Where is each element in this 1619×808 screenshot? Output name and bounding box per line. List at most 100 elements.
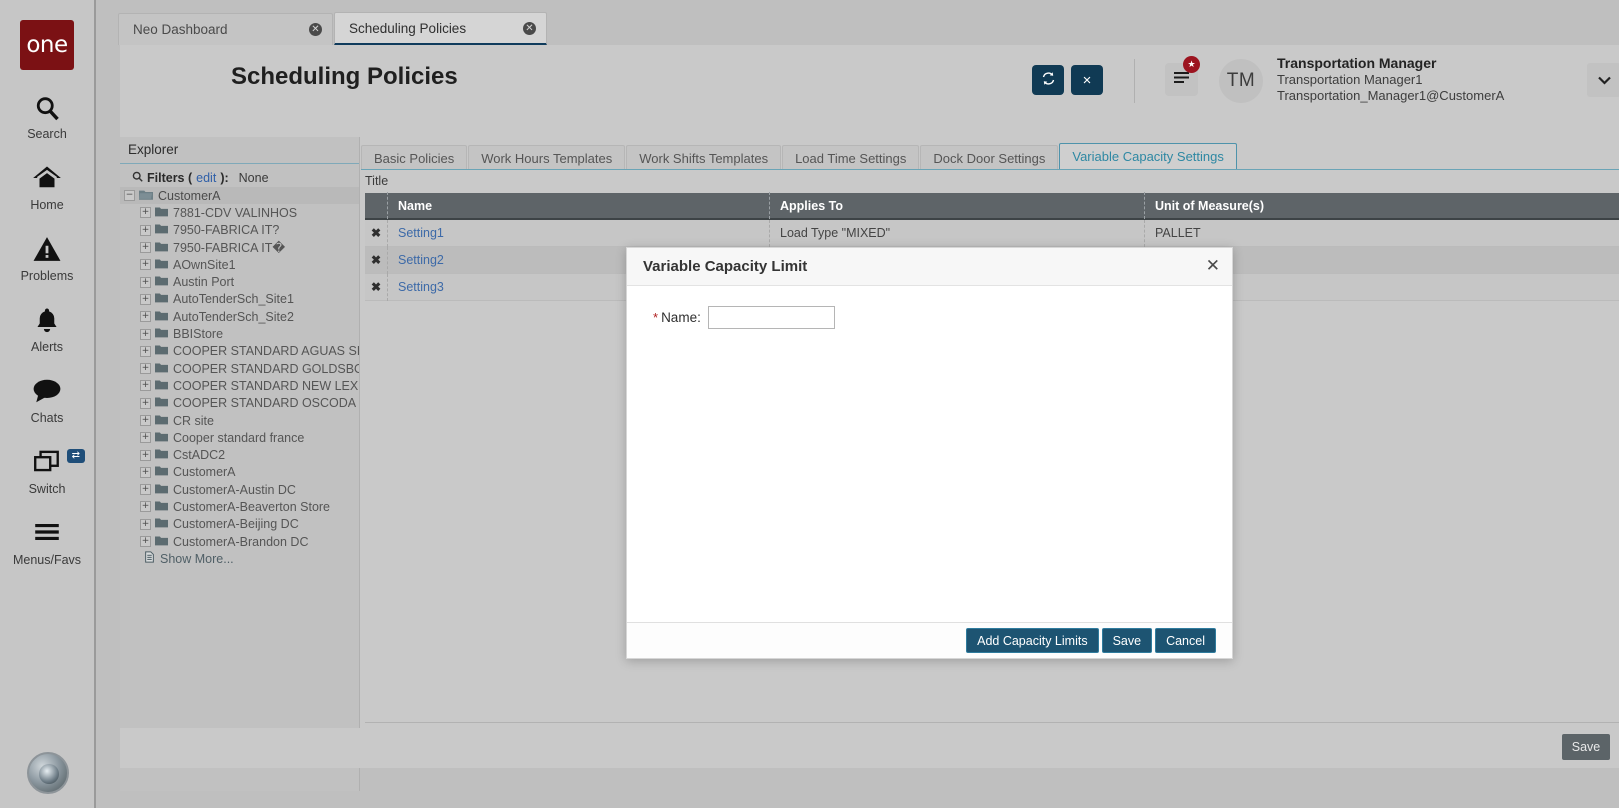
- tree-node[interactable]: + AOwnSite1: [120, 256, 359, 273]
- tree-node[interactable]: + Austin Port: [120, 273, 359, 290]
- tab-dock-door-settings[interactable]: Dock Door Settings: [920, 145, 1059, 170]
- tree-node[interactable]: + CustomerA-Beijing DC: [120, 516, 359, 533]
- one-logo[interactable]: one: [20, 20, 74, 70]
- tree-toggle-icon[interactable]: +: [140, 293, 151, 305]
- tree-toggle-icon[interactable]: +: [140, 363, 151, 375]
- tab-work-hours-templates[interactable]: Work Hours Templates: [468, 145, 626, 170]
- tree-toggle-icon[interactable]: +: [140, 224, 151, 236]
- tree-toggle-icon[interactable]: +: [140, 242, 151, 254]
- tree-node[interactable]: + CR site: [120, 412, 359, 429]
- tab-variable-capacity-settings[interactable]: Variable Capacity Settings: [1059, 143, 1237, 170]
- tree-node-label: CstADC2: [173, 448, 226, 463]
- tab-label: Variable Capacity Settings: [1072, 149, 1224, 164]
- tree-toggle-icon[interactable]: +: [140, 415, 151, 426]
- tab-load-time-settings[interactable]: Load Time Settings: [782, 145, 920, 170]
- tree-toggle-icon[interactable]: +: [140, 449, 151, 461]
- tab-work-shifts-templates[interactable]: Work Shifts Templates: [626, 145, 782, 170]
- filters-edit-link[interactable]: edit: [196, 171, 216, 185]
- filters-label-end: ):: [220, 170, 229, 185]
- tree-node-root[interactable]: − CustomerA: [120, 187, 359, 205]
- row-name-link[interactable]: Setting2: [398, 253, 444, 267]
- tree-toggle-icon[interactable]: +: [140, 466, 151, 478]
- open-folder-icon: [139, 189, 153, 203]
- row-name-link[interactable]: Setting3: [398, 280, 444, 294]
- folder-icon: [155, 310, 168, 324]
- rail-item-problems[interactable]: Problems: [0, 236, 95, 283]
- tree-show-more[interactable]: Show More...: [120, 550, 359, 567]
- refresh-button[interactable]: [1032, 65, 1064, 95]
- tree-toggle-icon[interactable]: +: [140, 397, 151, 409]
- folder-icon: [155, 465, 168, 479]
- add-capacity-limits-button[interactable]: Add Capacity Limits: [966, 628, 1099, 653]
- tree-node[interactable]: + Cooper standard france: [120, 429, 359, 446]
- tree-toggle-icon[interactable]: +: [140, 276, 151, 288]
- tree-node[interactable]: + CustomerA-Austin DC: [120, 481, 359, 498]
- tree-toggle-icon[interactable]: +: [140, 311, 151, 323]
- tree-node[interactable]: + BBIStore: [120, 325, 359, 342]
- tree-node[interactable]: + CstADC2: [120, 446, 359, 463]
- tree-node-label: AOwnSite1: [173, 257, 236, 272]
- tree-node[interactable]: + CustomerA-Brandon DC: [120, 533, 359, 550]
- name-input[interactable]: [707, 306, 835, 329]
- grid-title: Title: [365, 174, 389, 188]
- tree-toggle-icon[interactable]: +: [140, 328, 151, 340]
- close-icon: ×: [1082, 71, 1092, 89]
- cell-unit-of-measure: PALLET: [1144, 219, 1542, 247]
- delete-x-icon[interactable]: ✖: [365, 220, 387, 247]
- close-circle-icon[interactable]: ✕: [309, 23, 322, 36]
- close-circle-icon[interactable]: ✕: [523, 21, 536, 35]
- dialog-cancel-button[interactable]: Cancel: [1155, 628, 1216, 653]
- tree-node[interactable]: + COOPER STANDARD AGUAS SEALING (3: [120, 343, 359, 360]
- tree-toggle-icon[interactable]: +: [140, 484, 151, 496]
- tab-basic-policies[interactable]: Basic Policies: [361, 145, 468, 170]
- rail-item-switch[interactable]: ⇄ Switch: [0, 449, 95, 496]
- delete-x-icon[interactable]: ✖: [365, 247, 387, 274]
- page-save-button[interactable]: Save: [1562, 734, 1610, 760]
- user-menu-toggle[interactable]: [1587, 63, 1619, 97]
- variable-capacity-limit-dialog: Variable Capacity Limit ✕ * Name: Add Ca…: [626, 247, 1233, 659]
- tree-toggle-icon[interactable]: +: [140, 259, 151, 271]
- tree-node[interactable]: +7881-CDV VALINHOS: [120, 204, 359, 221]
- tree-toggle-icon[interactable]: +: [140, 380, 151, 392]
- star-badge-icon: ★: [1183, 56, 1200, 73]
- rail-item-alerts[interactable]: Alerts: [0, 307, 95, 354]
- browser-tab-neo-dashboard[interactable]: Neo Dashboard ✕: [118, 13, 333, 45]
- tree-node[interactable]: + COOPER STANDARD NEW LEXINGTON: [120, 377, 359, 394]
- tree-node-label: COOPER STANDARD NEW LEXINGTON: [173, 378, 359, 393]
- switch-badge-icon[interactable]: ⇄: [66, 449, 85, 463]
- tree-toggle-icon[interactable]: +: [140, 207, 151, 219]
- header-divider: [1134, 59, 1135, 103]
- tab-label: Dock Door Settings: [933, 150, 1046, 166]
- folder-icon: [155, 535, 168, 549]
- browser-tab-scheduling-policies[interactable]: Scheduling Policies ✕: [334, 12, 547, 45]
- tree-toggle-icon[interactable]: −: [124, 190, 135, 202]
- delete-x-icon[interactable]: ✖: [365, 274, 387, 301]
- row-name-link[interactable]: Setting1: [398, 226, 444, 240]
- tree-toggle-icon[interactable]: +: [140, 345, 151, 357]
- tree-node[interactable]: + COOPER STANDARD GOLDSBORO: [120, 360, 359, 377]
- tree-node[interactable]: + AutoTenderSch_Site1: [120, 291, 359, 308]
- tree-toggle-icon[interactable]: +: [140, 501, 151, 513]
- rail-item-chats[interactable]: Chats: [0, 378, 95, 425]
- tree-node[interactable]: + AutoTenderSch_Site2: [120, 308, 359, 325]
- close-icon[interactable]: ✕: [1206, 258, 1220, 275]
- tree-node[interactable]: +7950-FABRICA IT?: [120, 222, 359, 239]
- dialog-footer: Add Capacity Limits Save Cancel: [627, 622, 1232, 658]
- tree-node[interactable]: + COOPER STANDARD OSCODA: [120, 395, 359, 412]
- tree-toggle-icon[interactable]: +: [140, 432, 151, 444]
- rail-item-menus-favs[interactable]: Menus/Favs: [0, 520, 95, 567]
- user-profile-avatar-icon[interactable]: [27, 752, 69, 794]
- browser-tab-label: Scheduling Policies: [349, 20, 467, 36]
- rail-item-search[interactable]: Search: [0, 94, 95, 141]
- avatar[interactable]: TM: [1219, 59, 1263, 103]
- table-row[interactable]: ✖ Setting1 Load Type "MIXED" PALLET: [365, 219, 1619, 247]
- tree-node[interactable]: + CustomerA-Beaverton Store: [120, 498, 359, 515]
- rail-item-home[interactable]: Home: [0, 165, 95, 212]
- close-view-button[interactable]: ×: [1071, 65, 1103, 95]
- tree-toggle-icon[interactable]: +: [140, 536, 151, 548]
- tree-toggle-icon[interactable]: +: [140, 518, 151, 530]
- page-header: Scheduling Policies × ★ TM Transportatio…: [120, 45, 1619, 113]
- tree-node[interactable]: +7950-FABRICA IT�: [120, 239, 359, 256]
- dialog-save-button[interactable]: Save: [1101, 628, 1153, 653]
- tree-node[interactable]: + CustomerA: [120, 464, 359, 481]
